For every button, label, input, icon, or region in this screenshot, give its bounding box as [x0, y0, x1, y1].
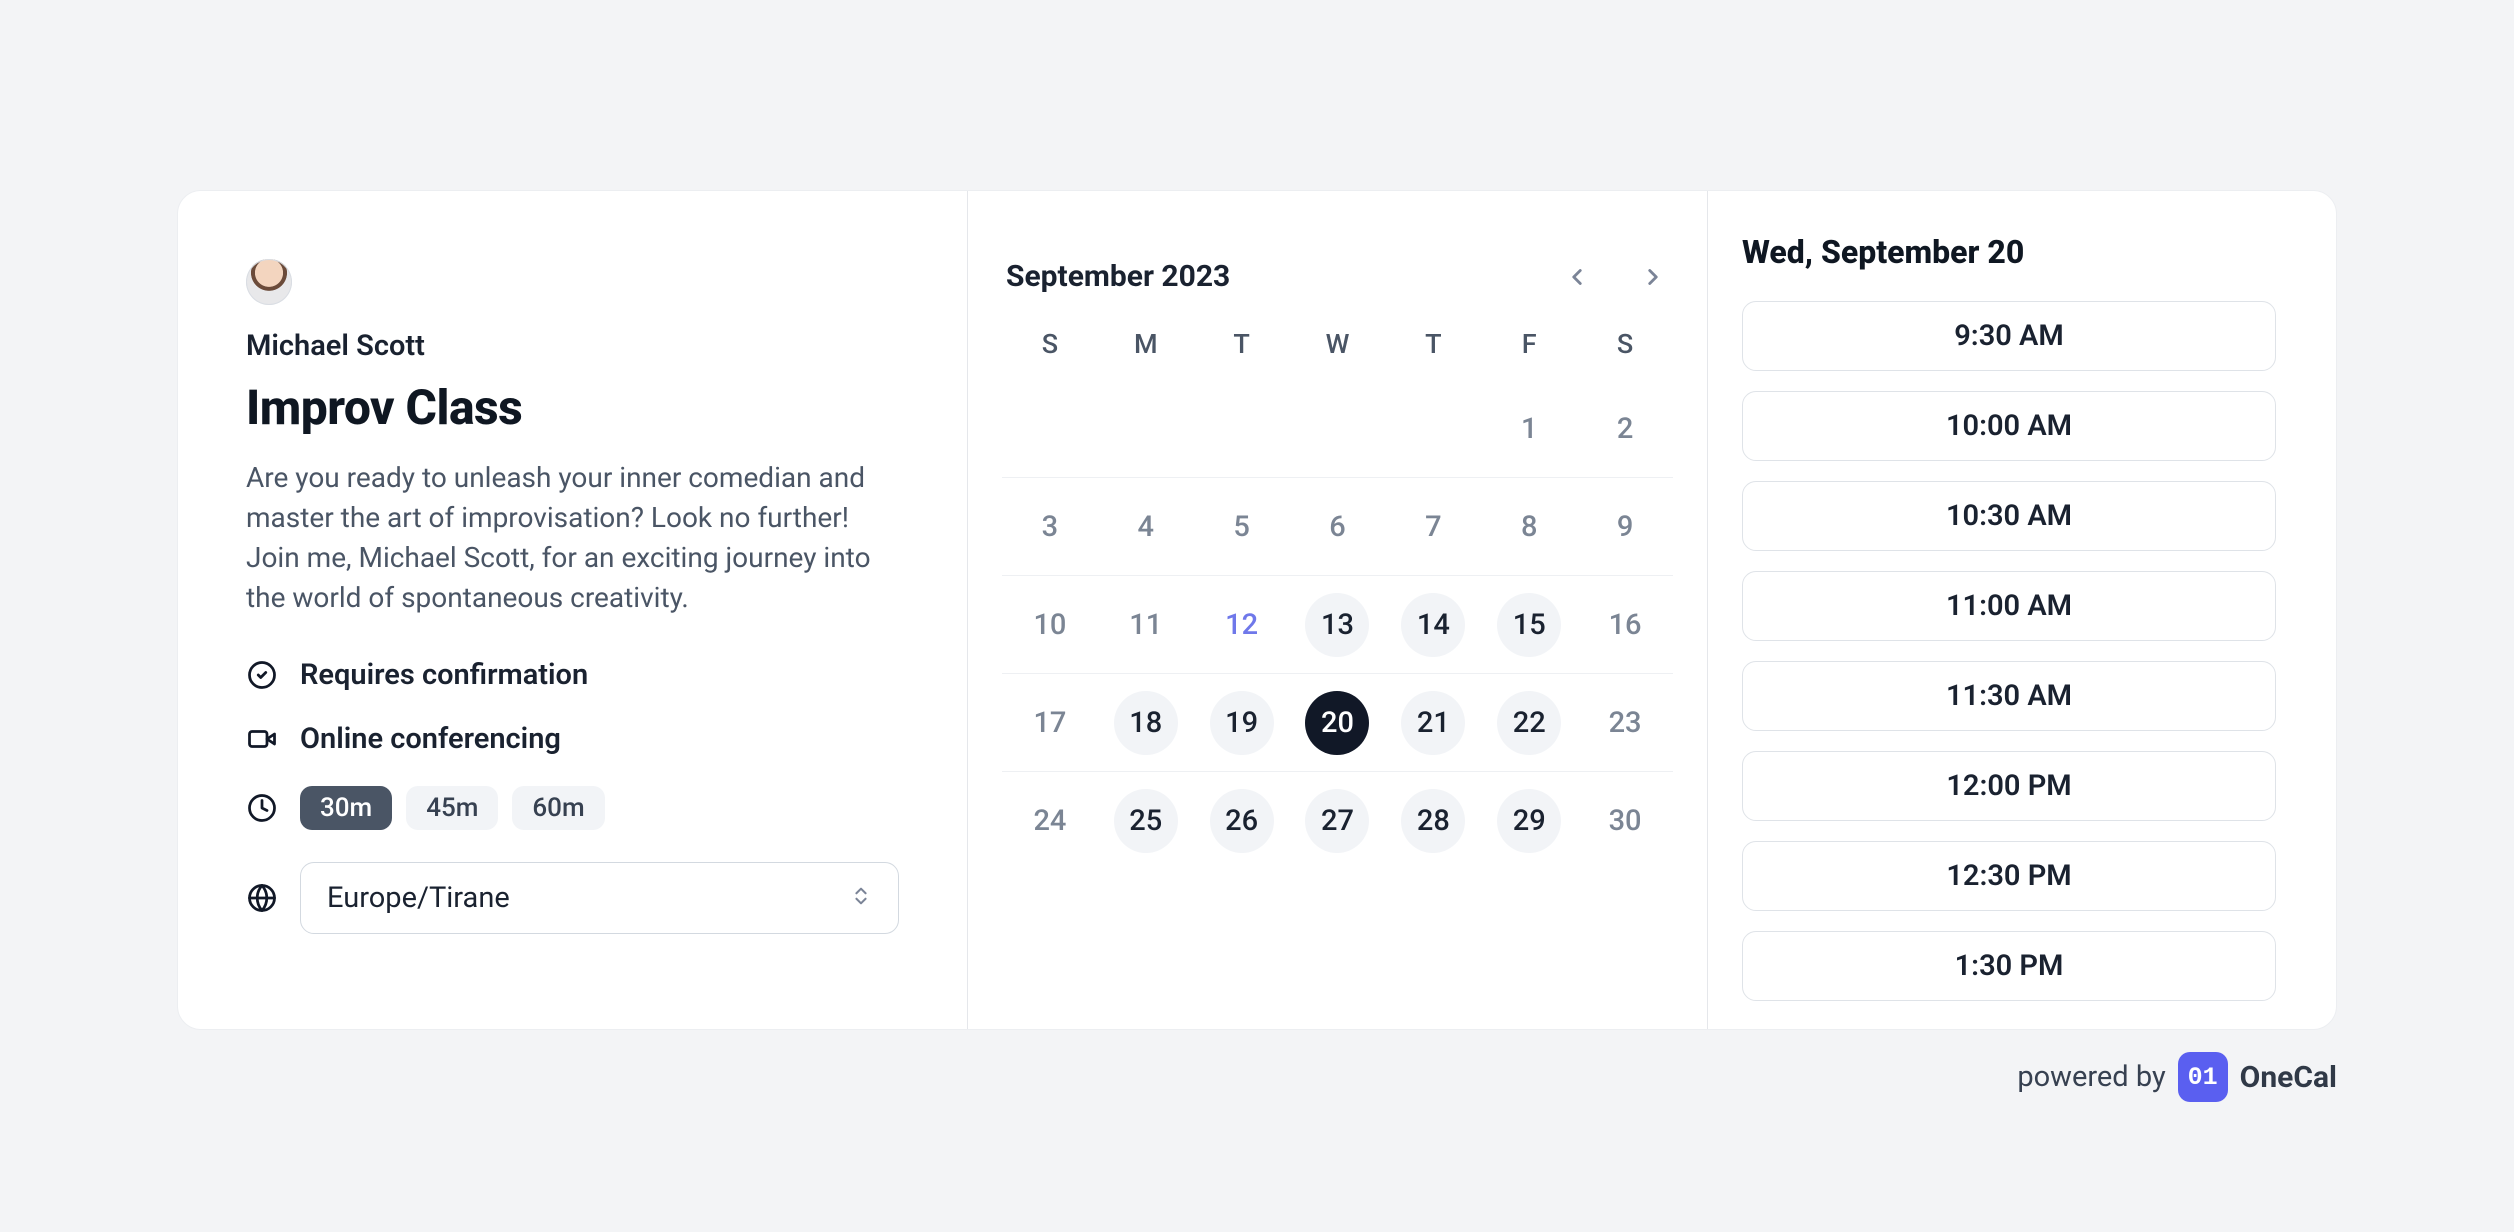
prev-month-button[interactable] — [1561, 261, 1593, 293]
calendar-week-row: 12 — [1002, 380, 1673, 478]
calendar-day[interactable]: 29 — [1497, 789, 1561, 853]
booking-card: Michael Scott Improv Class Are you ready… — [177, 190, 2337, 1030]
onecal-logo-badge: 01 — [2178, 1052, 2228, 1102]
calendar-day[interactable]: 20 — [1305, 691, 1369, 755]
calendar-day: 24 — [1018, 789, 1082, 853]
calendar-day: 2 — [1593, 397, 1657, 461]
timeslot-button[interactable]: 1:30 PM — [1742, 931, 2276, 1001]
calendar-dow: T — [1194, 328, 1290, 360]
calendar-week-row: 3456789 — [1002, 478, 1673, 576]
calendar-day[interactable]: 27 — [1305, 789, 1369, 853]
calendar-day: 17 — [1018, 691, 1082, 755]
calendar-day[interactable]: 28 — [1401, 789, 1465, 853]
selected-date-label: Wed, September 20 — [1742, 233, 2276, 271]
calendar-day[interactable]: 12 — [1210, 593, 1274, 657]
avatar — [246, 259, 292, 305]
duration-chip-60m[interactable]: 60m — [512, 786, 604, 830]
calendar-day: 11 — [1114, 593, 1178, 657]
duration-chip-30m[interactable]: 30m — [300, 786, 392, 830]
calendar-day: 1 — [1497, 397, 1561, 461]
calendar-day: 23 — [1593, 691, 1657, 755]
calendar-day[interactable]: 15 — [1497, 593, 1561, 657]
powered-by-text: powered by — [2017, 1060, 2165, 1094]
calendar-day: 5 — [1210, 495, 1274, 559]
calendar-day[interactable]: 14 — [1401, 593, 1465, 657]
calendar-day[interactable]: 22 — [1497, 691, 1561, 755]
timezone-select[interactable]: Europe/Tirane — [300, 862, 899, 934]
calendar-day: 3 — [1018, 495, 1082, 559]
calendar-day[interactable]: 18 — [1114, 691, 1178, 755]
duration-chip-45m[interactable]: 45m — [406, 786, 498, 830]
calendar-day: 10 — [1018, 593, 1082, 657]
calendar-dow: M — [1098, 328, 1194, 360]
calendar-panel: September 2023 SMTWTFS 12345678910111213… — [968, 191, 1708, 1029]
calendar-dow: S — [1577, 328, 1673, 360]
calendar-header: September 2023 — [1002, 259, 1673, 328]
calendar-day: 9 — [1593, 495, 1657, 559]
event-description: Are you ready to unleash your inner come… — [246, 458, 899, 618]
calendar-dow: S — [1002, 328, 1098, 360]
timeslot-button[interactable]: 11:30 AM — [1742, 661, 2276, 731]
check-circle-icon — [246, 659, 278, 691]
calendar-day: 4 — [1114, 495, 1178, 559]
globe-icon — [246, 882, 278, 914]
chevrons-up-down-icon — [850, 881, 872, 915]
calendar-week-row: 24 25 26 27 28 29 30 — [1002, 772, 1673, 870]
calendar-day: 7 — [1401, 495, 1465, 559]
timeslots-panel: Wed, September 20 9:30 AM 10:00 AM 10:30 A… — [1708, 191, 2336, 1029]
calendar-day[interactable]: 19 — [1210, 691, 1274, 755]
timeslot-button[interactable]: 12:00 PM — [1742, 751, 2276, 821]
online-conferencing-row: Online conferencing — [246, 722, 899, 756]
calendar-dow: T — [1385, 328, 1481, 360]
powered-by-footer: powered by 01 OneCal — [177, 1052, 2337, 1102]
calendar-dow: F — [1481, 328, 1577, 360]
timeslot-button[interactable]: 12:30 PM — [1742, 841, 2276, 911]
requires-confirmation-label: Requires confirmation — [300, 658, 588, 692]
calendar-day: 16 — [1593, 593, 1657, 657]
calendar-day: 30 — [1593, 789, 1657, 853]
host-name: Michael Scott — [246, 329, 899, 363]
calendar-day: 6 — [1305, 495, 1369, 559]
duration-row: 30m 45m 60m — [246, 786, 899, 830]
requires-confirmation-row: Requires confirmation — [246, 658, 899, 692]
timeslot-button[interactable]: 11:00 AM — [1742, 571, 2276, 641]
event-info-panel: Michael Scott Improv Class Are you ready… — [178, 191, 968, 1029]
timeslot-list: 9:30 AM 10:00 AM 10:30 AM 11:00 AM 11:30 AM 1… — [1742, 301, 2276, 1001]
timezone-row: Europe/Tirane — [246, 862, 899, 934]
calendar-dow: W — [1290, 328, 1386, 360]
calendar-nav — [1561, 261, 1669, 293]
calendar-grid: 1234567891011121314151617181920212223242… — [1002, 380, 1673, 870]
timeslot-button[interactable]: 10:00 AM — [1742, 391, 2276, 461]
calendar-day[interactable]: 26 — [1210, 789, 1274, 853]
calendar-day[interactable]: 25 — [1114, 789, 1178, 853]
calendar-day[interactable]: 13 — [1305, 593, 1369, 657]
calendar-day: 8 — [1497, 495, 1561, 559]
timezone-value: Europe/Tirane — [327, 881, 510, 915]
calendar-dow-row: SMTWTFS — [1002, 328, 1673, 360]
clock-icon — [246, 792, 278, 824]
calendar-week-row: 10 11 12 13 14 15 16 — [1002, 576, 1673, 674]
event-title: Improv Class — [246, 379, 899, 436]
onecal-brand-name: OneCal — [2240, 1060, 2337, 1095]
video-icon — [246, 723, 278, 755]
calendar-week-row: 17 18 19 20 21 22 23 — [1002, 674, 1673, 772]
timeslot-button[interactable]: 9:30 AM — [1742, 301, 2276, 371]
calendar-day[interactable]: 21 — [1401, 691, 1465, 755]
online-conferencing-label: Online conferencing — [300, 722, 561, 756]
timeslot-button[interactable]: 10:30 AM — [1742, 481, 2276, 551]
duration-chips: 30m 45m 60m — [300, 786, 605, 830]
next-month-button[interactable] — [1637, 261, 1669, 293]
calendar-month-label: September 2023 — [1006, 259, 1230, 294]
